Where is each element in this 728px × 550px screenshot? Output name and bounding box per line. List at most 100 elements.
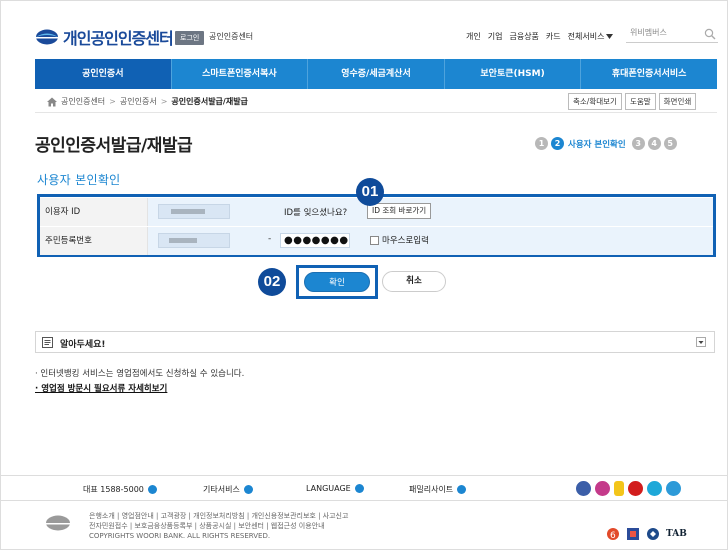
nav-item-receipt[interactable]: 영수증/세금계산서	[308, 59, 445, 89]
nav-item-certificate[interactable]: 공인인증서	[35, 59, 172, 89]
kakaostory-icon[interactable]	[614, 481, 624, 496]
footer-family-sites[interactable]: 패밀리사이트	[409, 484, 467, 495]
mouse-input-label: 마우스로입력	[382, 236, 429, 246]
notice-icon	[42, 337, 53, 348]
login-button[interactable]: 로그인	[175, 31, 205, 45]
step-3: 3	[631, 137, 645, 150]
home-icon[interactable]	[47, 97, 57, 107]
step-1: 1	[535, 137, 548, 150]
copyright: COPYRIGHTS WOORI BANK. ALL RIGHTS RESERV…	[89, 532, 271, 540]
breadcrumb-item[interactable]: 공인인증서	[120, 96, 157, 107]
annotation-badge-02: 02	[258, 268, 286, 296]
user-id-input[interactable]	[158, 204, 230, 219]
top-link-business[interactable]: 기업	[488, 31, 503, 42]
search-icon[interactable]	[704, 28, 716, 40]
breadcrumb-separator: >	[160, 97, 168, 106]
user-id-label: 이용자 ID	[40, 198, 148, 226]
youtube-icon[interactable]	[628, 481, 643, 496]
footer-links-line1[interactable]: 은행소개 | 영업점안내 | 고객광장 | 개인정보처리방침 | 개인신용정보관…	[89, 511, 348, 521]
search-placeholder: 위비멤버스	[630, 28, 667, 37]
all-services-label: 전체서비스	[567, 32, 605, 41]
chevron-icon	[354, 484, 364, 493]
cancel-button[interactable]: 취소	[382, 271, 446, 292]
social-links	[576, 481, 681, 496]
top-link-products[interactable]: 금융상품	[509, 31, 538, 42]
utility-buttons: 축소/확대보기 도움말 화면인쇄	[568, 93, 697, 110]
tab-mark: TAB	[666, 529, 687, 539]
confirm-highlight: 확인	[296, 265, 378, 299]
rrn-label: 주민등록번호	[40, 227, 148, 255]
top-link-card[interactable]: 카드	[546, 31, 561, 42]
notice-panel[interactable]: 알아두세요!	[35, 331, 715, 353]
divider	[35, 112, 717, 113]
rrn-back-input[interactable]: ●●●●●●●	[280, 233, 350, 248]
certification-marks: 6 TAB	[606, 527, 687, 541]
breadcrumb-current: 공인인증서발급/재발급	[171, 97, 248, 106]
facebook-icon[interactable]	[576, 481, 591, 496]
web-accessibility-icon	[627, 528, 639, 540]
other-services-label: 기타서비스	[203, 485, 240, 494]
step-2-current: 2	[551, 137, 564, 150]
notice-title: 알아두세요!	[60, 340, 106, 350]
svg-text:6: 6	[610, 531, 616, 541]
checkbox[interactable]	[370, 235, 379, 245]
mouse-input-checkbox[interactable]: 마우스로입력	[370, 234, 429, 246]
certification-mark-icon: 6	[607, 528, 619, 541]
instagram-icon[interactable]	[595, 481, 610, 496]
zoom-button[interactable]: 축소/확대보기	[568, 93, 622, 110]
top-links: 개인 기업 금융상품 카드 전체서비스	[466, 31, 614, 42]
footer-phone[interactable]: 대표 1588-5000	[83, 484, 157, 495]
section-title: 사용자 본인확인	[37, 173, 121, 187]
play-icon[interactable]	[647, 481, 662, 496]
footer-language[interactable]: LANGUAGE	[306, 484, 364, 493]
nav-item-hsm[interactable]: 보안토큰(HSM)	[445, 59, 582, 89]
nav-item-smartphone-copy[interactable]: 스마트폰인증서복사	[172, 59, 309, 89]
footer-bar: 대표 1588-5000 기타서비스 LANGUAGE 패밀리사이트	[1, 475, 727, 501]
family-sites-label: 패밀리사이트	[409, 485, 454, 494]
id-lookup-button[interactable]: ID 조회 바로가기	[367, 203, 432, 219]
user-id-area: ID를 잊으셨나요? ID 조회 바로가기	[148, 198, 713, 226]
nav-item-phone-cert[interactable]: 휴대폰인증서서비스	[581, 59, 717, 89]
chevron-down-icon	[698, 341, 704, 344]
breadcrumb: 공인인증센터 > 공인인증서 > 공인인증서발급/재발급	[47, 96, 248, 107]
footer-links: 은행소개 | 영업점안내 | 고객광장 | 개인정보처리방침 | 개인신용정보관…	[89, 511, 348, 541]
step-4: 4	[647, 137, 661, 150]
top-link-personal[interactable]: 개인	[466, 31, 481, 42]
logo[interactable]: 개인공인인증센터	[35, 25, 174, 49]
breadcrumb-separator: >	[109, 97, 116, 106]
language-label: LANGUAGE	[306, 484, 351, 493]
breadcrumb-item[interactable]: 공인인증센터	[61, 96, 105, 107]
form-row-rrn: 주민등록번호 - ●●●●●●● 마우스로입력	[40, 227, 713, 255]
annotation-badge-01: 01	[356, 178, 384, 206]
main-nav: 공인인증서 스마트폰인증서복사 영수증/세금계산서 보안토큰(HSM) 휴대폰인…	[35, 59, 717, 89]
step-current-label: 사용자 본인확인	[568, 139, 626, 150]
chevron-icon	[147, 485, 157, 494]
sub-title: 공인인증센터	[209, 32, 254, 41]
help-button[interactable]: 도움말	[624, 93, 656, 110]
twitter-icon[interactable]	[666, 481, 681, 496]
print-button[interactable]: 화면인쇄	[658, 93, 697, 110]
chevron-icon	[457, 485, 467, 494]
masked-value	[171, 209, 205, 214]
header: 개인공인인증센터 로그인 공인인증센터 개인 기업 금융상품 카드 전체서비스 …	[1, 1, 727, 59]
footer-links-line2[interactable]: 전자민원접수 | 보호금융상품등록부 | 상품공시실 | 보안센터 | 웹접근성…	[89, 521, 348, 531]
required-docs-link[interactable]: · 영업점 방문시 필요서류 자세히보기	[35, 382, 167, 394]
phone-label: 대표 1588-5000	[83, 485, 144, 494]
confirm-button[interactable]: 확인	[304, 272, 370, 292]
top-link-all-services[interactable]: 전체서비스	[568, 31, 614, 42]
chevron-icon	[243, 485, 253, 494]
chevron-down-icon	[606, 34, 614, 39]
search-input[interactable]: 위비멤버스	[626, 25, 718, 43]
footer-other-services[interactable]: 기타서비스	[203, 484, 253, 495]
page-frame: 개인공인인증센터 로그인 공인인증센터 개인 기업 금융상품 카드 전체서비스 …	[0, 0, 728, 550]
expand-toggle[interactable]	[696, 337, 706, 347]
rrn-front-input[interactable]	[158, 233, 230, 248]
woori-logo-icon	[35, 29, 59, 45]
masked-value	[169, 238, 197, 243]
forgot-id-text: ID를 잊으셨나요?	[284, 208, 348, 218]
notice-text: · 인터넷뱅킹 서비스는 영업점에서도 신청하실 수 있습니다.	[35, 369, 245, 379]
footer-logo-icon	[45, 515, 71, 531]
step-5: 5	[663, 137, 677, 150]
rrn-area: - ●●●●●●● 마우스로입력	[148, 227, 713, 255]
rrn-dash: -	[268, 234, 272, 244]
